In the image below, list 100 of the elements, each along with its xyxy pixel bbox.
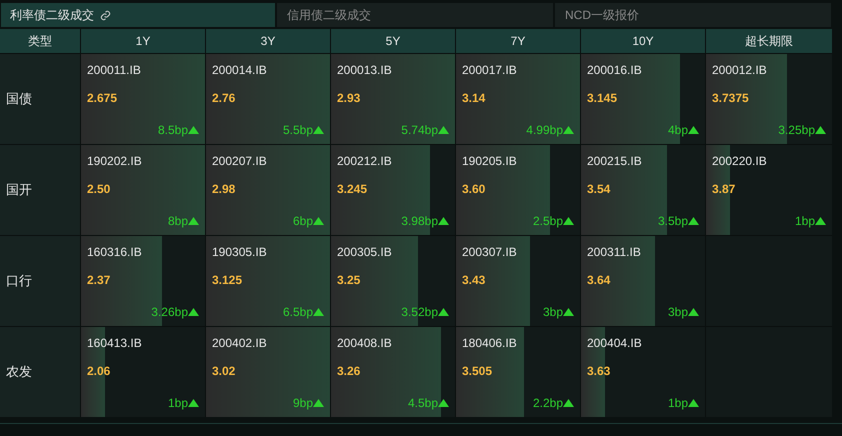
bond-code: 200307.IB [462,244,518,260]
yield-value: 3.7375 [712,90,750,106]
yield-value: 2.98 [212,181,236,197]
change-value: 8bp [168,213,188,229]
yield-value: 3.505 [462,363,494,379]
bond-code: 200311.IB [587,244,642,260]
bond-code: 190202.IB [87,153,143,169]
up-triangle-icon [688,308,699,316]
bond-code: 200402.IB [212,335,268,351]
change-value: 5.5bp [282,122,313,138]
change-value: 3.98bp [401,213,438,229]
yield-value: 3.02 [212,363,236,379]
column-header: 5Y [331,29,455,53]
bond-code: 200207.IB [212,153,268,169]
change-value: 1bp [168,395,188,411]
up-triangle-icon [188,399,199,407]
up-triangle-icon [688,399,699,407]
change-value: 3.26bp [151,304,188,320]
yield-value: 3.145 [587,90,618,106]
change-value: 6bp [292,213,313,229]
bond-code: 160316.IB [87,244,143,260]
up-triangle-icon [188,308,199,316]
up-triangle-icon [188,126,199,134]
up-triangle-icon [438,399,449,407]
change-value: 4.5bp [408,395,438,411]
up-triangle-icon [815,217,826,225]
up-triangle-icon [688,217,699,225]
bond-code: 190305.IB [212,244,268,260]
change-value: 4.99bp [526,122,563,138]
up-triangle-icon [563,308,574,316]
bond-code: 200212.IB [337,153,393,169]
yield-value: 3.87 [712,181,736,197]
row-label: 农发 [0,327,80,417]
column-header: 3Y [206,29,330,53]
bond-code: 200220.IB [712,153,768,169]
tab[interactable]: 利率债二级成交 [1,3,275,27]
change-value: 5.74bp [401,122,438,138]
yield-value: 3.64 [587,272,612,288]
yield-value: 3.54 [587,181,612,197]
row-label: 国债 [0,54,80,144]
bond-code: 200014.IB [212,62,268,78]
change-value: 8.5bp [158,122,188,138]
bond-code: 200012.IB [712,62,768,78]
tab[interactable]: 信用债二级成交 [277,3,553,27]
up-triangle-icon [313,217,324,225]
bond-code: 200017.IB [462,62,518,78]
change-value: 4bp [668,122,688,138]
yield-value: 3.63 [587,363,612,379]
change-value: 1bp [668,395,688,411]
up-triangle-icon [563,217,574,225]
yield-value: 3.60 [462,181,486,197]
yield-value: 3.125 [212,272,244,288]
change-value: 3.25bp [778,122,815,138]
column-header: 10Y [581,29,705,53]
row-label: 国开 [0,145,80,235]
yield-value: 3.25 [337,272,362,288]
yield-value: 2.93 [337,90,362,106]
yield-value: 3.26 [337,363,362,379]
yield-value: 2.50 [87,181,112,197]
bond-code: 190205.IB [462,153,518,169]
yield-value: 2.06 [87,363,112,379]
tab[interactable]: NCD一级报价 [555,3,831,27]
change-value: 3.52bp [401,304,438,320]
up-triangle-icon [188,217,199,225]
change-value: 3.5bp [658,213,688,229]
up-triangle-icon [438,308,449,316]
yield-value: 2.76 [212,90,236,106]
up-triangle-icon [563,399,574,407]
up-triangle-icon [313,308,324,316]
change-value: 3bp [542,304,563,320]
yield-value: 2.37 [87,272,112,288]
up-triangle-icon [563,126,574,134]
yield-value: 2.675 [87,90,118,106]
bond-code: 200215.IB [587,153,643,169]
column-header: 7Y [456,29,580,53]
bond-code: 160413.IB [87,335,143,351]
up-triangle-icon [815,126,826,134]
change-value: 9bp [292,395,313,411]
yield-value: 3.43 [462,272,486,288]
up-triangle-icon [313,399,324,407]
bond-code: 200408.IB [337,335,393,351]
bond-code: 200013.IB [337,62,393,78]
yield-value: 3.14 [462,90,486,106]
yield-value: 3.245 [337,181,368,197]
change-value: 1bp [794,213,815,229]
change-value: 2.2bp [532,395,563,411]
bond-code: 200404.IB [587,335,643,351]
up-triangle-icon [438,126,449,134]
bond-code: 200305.IB [337,244,393,260]
change-value: 6.5bp [282,304,313,320]
column-header: 类型 [0,29,80,53]
bond-code: 200011.IB [87,62,142,78]
bond-code: 200016.IB [587,62,643,78]
bond-code: 180406.IB [462,335,518,351]
up-triangle-icon [313,126,324,134]
column-header: 超长期限 [706,29,832,53]
column-header: 1Y [81,29,205,53]
up-triangle-icon [688,126,699,134]
change-value: 3bp [668,304,688,320]
change-value: 2.5bp [532,213,563,229]
